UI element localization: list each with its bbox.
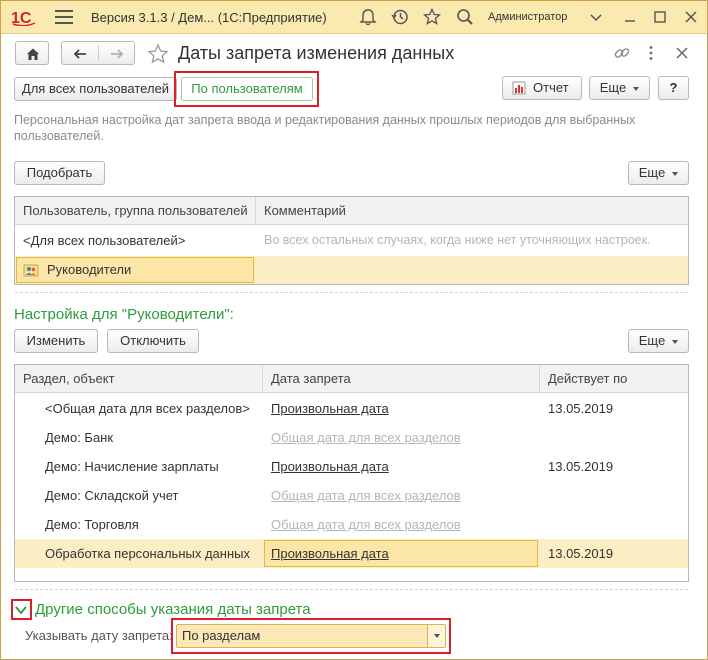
- chevron-down-icon[interactable]: [588, 9, 604, 25]
- column-header-until[interactable]: Действует по: [540, 365, 688, 393]
- favorite-star-icon[interactable]: [147, 43, 169, 65]
- section-cell: Обработка персональных данных: [45, 546, 250, 561]
- date-link[interactable]: Произвольная дата: [263, 539, 540, 568]
- highlight-frame: [11, 599, 32, 620]
- section-cell: Демо: Начисление зарплаты: [45, 459, 219, 474]
- highlight-frame: [174, 71, 319, 107]
- until-cell: 13.05.2019: [548, 459, 614, 474]
- table-row[interactable]: Демо: Складской учет Общая дата для всех…: [15, 481, 688, 510]
- link-icon[interactable]: [613, 44, 631, 62]
- more-label: Еще: [638, 165, 666, 180]
- section-cell: <Общая дата для всех разделов>: [45, 401, 250, 416]
- all-users-button[interactable]: Для всех пользователей: [14, 77, 177, 101]
- report-label: Отчет: [533, 80, 569, 95]
- minimize-icon[interactable]: [622, 9, 638, 25]
- table-row[interactable]: Демо: Торговля Общая дата для всех разде…: [15, 510, 688, 539]
- more-button-settings[interactable]: Еще: [628, 329, 689, 353]
- close-icon[interactable]: [673, 44, 691, 62]
- table-row[interactable]: <Общая дата для всех разделов> Произволь…: [15, 394, 688, 423]
- section-cell: Демо: Банк: [45, 430, 114, 445]
- user-group-icon: [23, 264, 39, 277]
- until-cell: [540, 481, 688, 510]
- table-row[interactable]: Руководители: [15, 256, 688, 284]
- back-arrow-icon[interactable]: [72, 46, 88, 62]
- settings-heading: Настройка для "Руководители":: [14, 306, 234, 323]
- section-cell: Демо: Торговля: [45, 517, 139, 532]
- forward-arrow-icon[interactable]: [109, 46, 125, 62]
- current-user[interactable]: Администратор: [488, 11, 567, 23]
- navigation-buttons: [61, 41, 135, 65]
- column-header-user[interactable]: Пользователь, группа пользователей: [15, 197, 256, 225]
- table-row[interactable]: Обработка персональных данных Произвольн…: [15, 539, 688, 568]
- column-header-section[interactable]: Раздел, объект: [15, 365, 263, 393]
- section-cell: Демо: Складской учет: [45, 488, 179, 503]
- more-label: Еще: [599, 80, 627, 95]
- users-table: Пользователь, группа пользователей Комме…: [14, 196, 689, 285]
- table-row[interactable]: Демо: Начисление зарплаты Произвольная д…: [15, 452, 688, 481]
- bell-icon[interactable]: [358, 7, 378, 27]
- report-icon: [512, 81, 526, 95]
- other-ways-title: Другие способы указания даты запрета: [35, 601, 311, 618]
- page-title: Даты запрета изменения данных: [178, 43, 455, 63]
- change-button[interactable]: Изменить: [14, 329, 98, 353]
- user-cell: <Для всех пользователей>: [23, 233, 186, 248]
- pick-button[interactable]: Подобрать: [14, 161, 105, 185]
- menu-icon[interactable]: [55, 10, 73, 24]
- date-link[interactable]: Общая дата для всех разделов: [263, 510, 540, 539]
- home-button[interactable]: [15, 41, 49, 65]
- date-link[interactable]: Общая дата для всех разделов: [263, 423, 540, 452]
- 1c-logo-icon[interactable]: 1С: [11, 8, 37, 26]
- title-bar: 1С Версия 3.1.3 / Дем... (1С:Предприятие…: [1, 1, 707, 34]
- search-icon[interactable]: [455, 7, 475, 27]
- help-button[interactable]: ?: [658, 76, 689, 100]
- divider: [15, 589, 688, 590]
- column-header-comment[interactable]: Комментарий: [256, 197, 688, 225]
- date-link[interactable]: Произвольная дата: [263, 452, 540, 481]
- date-link[interactable]: Произвольная дата: [263, 394, 540, 423]
- window-title: Версия 3.1.3 / Дем... (1С:Предприятие): [91, 10, 327, 25]
- until-cell: [540, 423, 688, 452]
- disable-button[interactable]: Отключить: [107, 329, 199, 353]
- history-icon[interactable]: [390, 7, 410, 27]
- more-button-header[interactable]: Еще: [589, 76, 650, 100]
- column-header-date[interactable]: Дата запрета: [263, 365, 540, 393]
- highlight-frame: [171, 618, 451, 654]
- comment-cell: Во всех остальных случаях, когда ниже не…: [264, 233, 651, 247]
- user-cell: Руководители: [47, 262, 132, 277]
- divider: [15, 292, 688, 293]
- table-row[interactable]: Демо: Банк Общая дата для всех разделов: [15, 423, 688, 452]
- table-row[interactable]: <Для всех пользователей> Во всех остальн…: [15, 226, 688, 255]
- star-icon[interactable]: [422, 7, 442, 27]
- until-cell: 13.05.2019: [548, 546, 614, 561]
- more-button-users[interactable]: Еще: [628, 161, 689, 185]
- home-icon: [27, 48, 39, 60]
- until-cell: 13.05.2019: [548, 401, 614, 416]
- more-vertical-icon[interactable]: [642, 44, 660, 62]
- settings-table: Раздел, объект Дата запрета Действует по…: [14, 364, 689, 582]
- report-button[interactable]: Отчет: [502, 76, 582, 100]
- maximize-icon[interactable]: [652, 9, 668, 25]
- more-label: Еще: [638, 333, 666, 348]
- date-link[interactable]: Общая дата для всех разделов: [263, 481, 540, 510]
- description-text: Персональная настройка дат запрета ввода…: [14, 113, 636, 143]
- date-mode-label: Указывать дату запрета:: [25, 628, 173, 643]
- app-window: 1С Версия 3.1.3 / Дем... (1С:Предприятие…: [0, 0, 708, 660]
- close-window-icon[interactable]: [683, 9, 699, 25]
- until-cell: [540, 510, 688, 539]
